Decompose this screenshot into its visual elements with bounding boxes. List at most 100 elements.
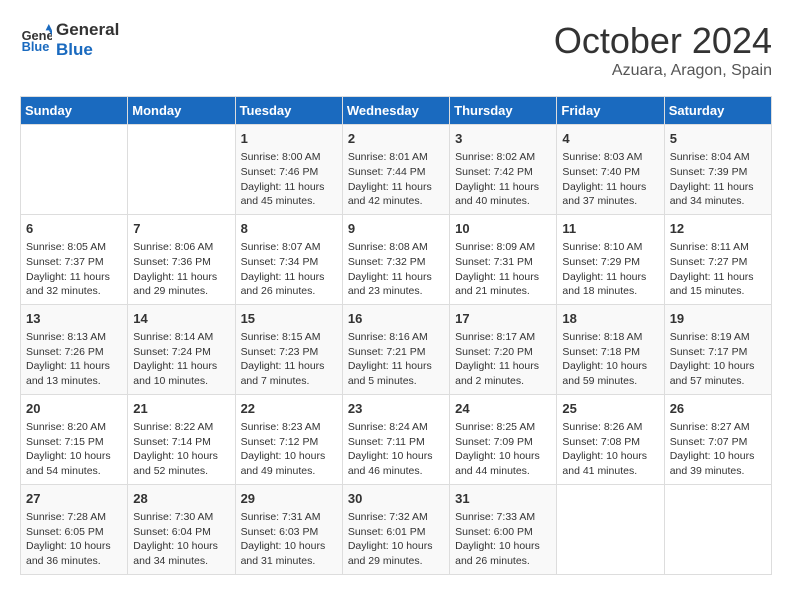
calendar-cell: 16 Sunrise: 8:16 AM Sunset: 7:21 PM Dayli… — [342, 304, 449, 394]
day-info: Sunrise: 8:04 AM Sunset: 7:39 PM Dayligh… — [670, 150, 766, 209]
day-number: 6 — [26, 220, 122, 238]
day-number: 30 — [348, 490, 444, 508]
location: Azuara, Aragon, Spain — [554, 62, 772, 80]
day-number: 7 — [133, 220, 229, 238]
logo-icon: General Blue — [20, 24, 52, 56]
calendar-cell: 9Sunrise: 8:08 AM Sunset: 7:32 PM Daylig… — [342, 214, 449, 304]
day-info: Sunrise: 8:27 AM Sunset: 7:07 PM Dayligh… — [670, 420, 766, 479]
svg-text:Blue: Blue — [22, 40, 50, 55]
calendar-cell: 21 Sunrise: 8:22 AM Sunset: 7:14 PM Dayli… — [128, 394, 235, 484]
day-info: Sunrise: 8:07 AM Sunset: 7:34 PM Dayligh… — [241, 240, 337, 299]
calendar-table: SundayMondayTuesdayWednesdayThursdayFrid… — [20, 96, 772, 575]
day-number: 18 — [562, 310, 658, 328]
calendar-cell: 13 Sunrise: 8:13 AM Sunset: 7:26 PM Dayli… — [21, 304, 128, 394]
dow-header: Tuesday — [235, 97, 342, 125]
day-info: Sunrise: 7:30 AM Sunset: 6:04 PM Dayligh… — [133, 510, 229, 569]
day-info: Sunrise: 8:20 AM Sunset: 7:15 PM Dayligh… — [26, 420, 122, 479]
day-number: 14 — [133, 310, 229, 328]
day-number: 19 — [670, 310, 766, 328]
day-info: Sunrise: 8:14 AM Sunset: 7:24 PM Dayligh… — [133, 330, 229, 389]
day-number: 12 — [670, 220, 766, 238]
day-info: Sunrise: 8:26 AM Sunset: 7:08 PM Dayligh… — [562, 420, 658, 479]
dow-header: Sunday — [21, 97, 128, 125]
day-info: Sunrise: 8:18 AM Sunset: 7:18 PM Dayligh… — [562, 330, 658, 389]
day-number: 2 — [348, 130, 444, 148]
day-info: Sunrise: 8:17 AM Sunset: 7:20 PM Dayligh… — [455, 330, 551, 389]
calendar-cell: 15Sunrise: 8:15 AM Sunset: 7:23 PM Dayli… — [235, 304, 342, 394]
day-info: Sunrise: 8:03 AM Sunset: 7:40 PM Dayligh… — [562, 150, 658, 209]
day-number: 26 — [670, 400, 766, 418]
day-info: Sunrise: 8:06 AM Sunset: 7:36 PM Dayligh… — [133, 240, 229, 299]
calendar-cell — [557, 484, 664, 574]
calendar-cell: 12 Sunrise: 8:11 AM Sunset: 7:27 PM Dayli… — [664, 214, 771, 304]
day-number: 28 — [133, 490, 229, 508]
day-number: 13 — [26, 310, 122, 328]
calendar-cell: 7 Sunrise: 8:06 AM Sunset: 7:36 PM Daylig… — [128, 214, 235, 304]
day-info: Sunrise: 8:00 AM Sunset: 7:46 PM Dayligh… — [241, 150, 337, 209]
day-info: Sunrise: 8:25 AM Sunset: 7:09 PM Dayligh… — [455, 420, 551, 479]
day-number: 3 — [455, 130, 551, 148]
calendar-cell: 4 Sunrise: 8:03 AM Sunset: 7:40 PM Daylig… — [557, 125, 664, 215]
day-info: Sunrise: 8:01 AM Sunset: 7:44 PM Dayligh… — [348, 150, 444, 209]
day-number: 1 — [241, 130, 337, 148]
logo: General Blue General Blue — [20, 20, 119, 61]
day-number: 31 — [455, 490, 551, 508]
day-info: Sunrise: 8:13 AM Sunset: 7:26 PM Dayligh… — [26, 330, 122, 389]
day-number: 8 — [241, 220, 337, 238]
day-info: Sunrise: 8:10 AM Sunset: 7:29 PM Dayligh… — [562, 240, 658, 299]
day-number: 21 — [133, 400, 229, 418]
calendar-cell: 8 Sunrise: 8:07 AM Sunset: 7:34 PM Daylig… — [235, 214, 342, 304]
day-info: Sunrise: 7:28 AM Sunset: 6:05 PM Dayligh… — [26, 510, 122, 569]
day-info: Sunrise: 7:33 AM Sunset: 6:00 PM Dayligh… — [455, 510, 551, 569]
calendar-cell: 14 Sunrise: 8:14 AM Sunset: 7:24 PM Dayli… — [128, 304, 235, 394]
day-number: 11 — [562, 220, 658, 238]
day-info: Sunrise: 7:31 AM Sunset: 6:03 PM Dayligh… — [241, 510, 337, 569]
page-header: General Blue General Blue October 2024 A… — [20, 20, 772, 80]
day-number: 29 — [241, 490, 337, 508]
calendar-cell: 18 Sunrise: 8:18 AM Sunset: 7:18 PM Dayli… — [557, 304, 664, 394]
day-info: Sunrise: 8:22 AM Sunset: 7:14 PM Dayligh… — [133, 420, 229, 479]
calendar-cell — [128, 125, 235, 215]
day-info: Sunrise: 8:09 AM Sunset: 7:31 PM Dayligh… — [455, 240, 551, 299]
day-number: 5 — [670, 130, 766, 148]
day-info: Sunrise: 8:23 AM Sunset: 7:12 PM Dayligh… — [241, 420, 337, 479]
calendar-cell: 11 Sunrise: 8:10 AM Sunset: 7:29 PM Dayli… — [557, 214, 664, 304]
calendar-cell: 10 Sunrise: 8:09 AM Sunset: 7:31 PM Dayli… — [450, 214, 557, 304]
logo-blue-text: Blue — [56, 40, 119, 60]
calendar-cell: 6 Sunrise: 8:05 AM Sunset: 7:37 PM Daylig… — [21, 214, 128, 304]
dow-header: Saturday — [664, 97, 771, 125]
dow-header: Wednesday — [342, 97, 449, 125]
calendar-cell: 28 Sunrise: 7:30 AM Sunset: 6:04 PM Dayli… — [128, 484, 235, 574]
calendar-cell: 25 Sunrise: 8:26 AM Sunset: 7:08 PM Dayli… — [557, 394, 664, 484]
day-info: Sunrise: 8:11 AM Sunset: 7:27 PM Dayligh… — [670, 240, 766, 299]
day-number: 20 — [26, 400, 122, 418]
day-info: Sunrise: 8:16 AM Sunset: 7:21 PM Dayligh… — [348, 330, 444, 389]
calendar-cell — [21, 125, 128, 215]
calendar-cell: 30 Sunrise: 7:32 AM Sunset: 6:01 PM Dayli… — [342, 484, 449, 574]
calendar-cell: 20 Sunrise: 8:20 AM Sunset: 7:15 PM Dayli… — [21, 394, 128, 484]
calendar-cell: 1 Sunrise: 8:00 AM Sunset: 7:46 PM Daylig… — [235, 125, 342, 215]
calendar-cell: 3Sunrise: 8:02 AM Sunset: 7:42 PM Daylig… — [450, 125, 557, 215]
day-number: 10 — [455, 220, 551, 238]
calendar-cell: 19 Sunrise: 8:19 AM Sunset: 7:17 PM Dayli… — [664, 304, 771, 394]
day-number: 25 — [562, 400, 658, 418]
calendar-cell: 31 Sunrise: 7:33 AM Sunset: 6:00 PM Dayli… — [450, 484, 557, 574]
day-number: 17 — [455, 310, 551, 328]
title-block: October 2024 Azuara, Aragon, Spain — [554, 20, 772, 80]
dow-header: Monday — [128, 97, 235, 125]
calendar-cell: 27 Sunrise: 7:28 AM Sunset: 6:05 PM Dayli… — [21, 484, 128, 574]
day-info: Sunrise: 8:19 AM Sunset: 7:17 PM Dayligh… — [670, 330, 766, 389]
day-number: 16 — [348, 310, 444, 328]
day-number: 22 — [241, 400, 337, 418]
month-title: October 2024 — [554, 20, 772, 62]
day-number: 27 — [26, 490, 122, 508]
day-number: 4 — [562, 130, 658, 148]
day-info: Sunrise: 8:05 AM Sunset: 7:37 PM Dayligh… — [26, 240, 122, 299]
day-info: Sunrise: 8:24 AM Sunset: 7:11 PM Dayligh… — [348, 420, 444, 479]
day-info: Sunrise: 7:32 AM Sunset: 6:01 PM Dayligh… — [348, 510, 444, 569]
calendar-cell: 29 Sunrise: 7:31 AM Sunset: 6:03 PM Dayli… — [235, 484, 342, 574]
calendar-cell: 23Sunrise: 8:24 AM Sunset: 7:11 PM Dayli… — [342, 394, 449, 484]
dow-header: Thursday — [450, 97, 557, 125]
calendar-cell: 26 Sunrise: 8:27 AM Sunset: 7:07 PM Dayli… — [664, 394, 771, 484]
dow-header: Friday — [557, 97, 664, 125]
